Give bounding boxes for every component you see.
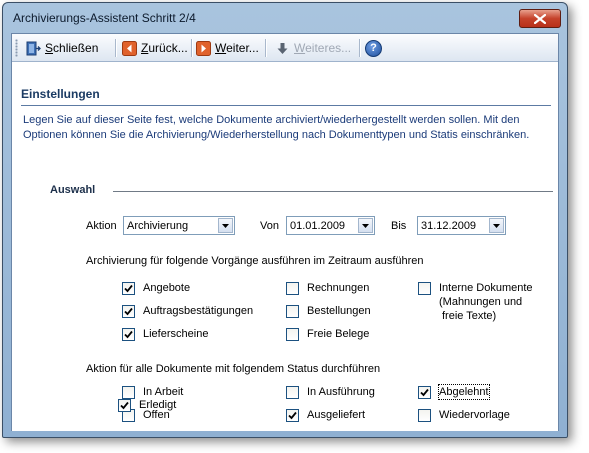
checkbox-label-line: Interne Dokumente bbox=[439, 282, 533, 294]
action-label: Aktion bbox=[86, 220, 117, 232]
checkbox-box[interactable] bbox=[286, 305, 299, 318]
checkbox-box[interactable] bbox=[122, 328, 135, 341]
title-bar[interactable]: Archivierungs-Assistent Schritt 2/4 bbox=[3, 3, 567, 33]
checkbox-box[interactable] bbox=[286, 386, 299, 399]
checkmark-icon bbox=[288, 411, 297, 420]
checkbox-freie-belege[interactable]: Freie Belege bbox=[286, 327, 369, 341]
checkmark-icon bbox=[124, 284, 133, 293]
checkbox-label: Wiedervorlage bbox=[439, 409, 510, 421]
checkbox-wiedervorlage[interactable]: Wiedervorlage bbox=[418, 408, 510, 422]
arrow-left-icon bbox=[122, 40, 137, 56]
next-button[interactable]: Weiter... bbox=[196, 38, 259, 58]
checkbox-label: Erledigt bbox=[139, 399, 177, 411]
help-button[interactable]: ? bbox=[365, 38, 382, 58]
chevron-down-icon[interactable] bbox=[489, 218, 504, 233]
checkbox-box[interactable] bbox=[286, 409, 299, 422]
checkbox-in-arbeit[interactable]: In Arbeit bbox=[122, 385, 183, 399]
exit-door-icon bbox=[26, 41, 41, 56]
checkbox-label: In Ausführung bbox=[307, 386, 375, 398]
checkbox-in-ausfuehrung[interactable]: In Ausführung bbox=[286, 385, 375, 399]
checkbox-rechnungen[interactable]: Rechnungen bbox=[286, 281, 369, 295]
checkbox-label: In Arbeit bbox=[143, 386, 184, 398]
checkbox-angebote[interactable]: Angebote bbox=[122, 281, 190, 295]
from-label: Von bbox=[260, 220, 279, 232]
group-divider bbox=[113, 191, 553, 192]
checkbox-label: Auftragsbestätigungen bbox=[143, 305, 254, 317]
chevron-down-icon[interactable] bbox=[358, 218, 373, 233]
from-date-value: 01.01.2009 bbox=[290, 219, 346, 232]
checkbox-box[interactable] bbox=[122, 305, 135, 318]
status-heading: Aktion für alle Dokumente mit folgendem … bbox=[86, 363, 381, 375]
arrow-right-icon bbox=[196, 40, 211, 56]
action-select[interactable]: Archivierung bbox=[123, 216, 235, 235]
checkbox-auftragsbestaetigungen[interactable]: Auftragsbestätigungen bbox=[122, 304, 253, 318]
action-select-value: Archivierung bbox=[127, 219, 189, 232]
toolbar-separator bbox=[265, 39, 266, 57]
to-date-picker[interactable]: 31.12.2009 bbox=[417, 216, 506, 235]
checkbox-bestellungen[interactable]: Bestellungen bbox=[286, 304, 371, 318]
checkbox-lieferscheine[interactable]: Lieferscheine bbox=[122, 327, 208, 341]
back-label: Zurück... bbox=[141, 41, 188, 55]
checkbox-label: Bestellungen bbox=[307, 305, 371, 317]
wizard-content: Einstellungen Legen Sie auf dieser Seite… bbox=[12, 63, 558, 431]
checkbox-label: Freie Belege bbox=[307, 328, 370, 340]
checkbox-label: Abgelehnt bbox=[438, 384, 490, 400]
checkbox-box[interactable] bbox=[418, 282, 431, 295]
checkbox-erledigt[interactable]: Erledigt bbox=[118, 398, 176, 412]
more-label: Weiteres... bbox=[294, 41, 352, 55]
more-button[interactable]: Weiteres... bbox=[275, 38, 351, 58]
next-label: Weiter... bbox=[215, 41, 259, 55]
to-date-value: 31.12.2009 bbox=[421, 219, 477, 232]
close-wizard-button[interactable]: Schließen bbox=[26, 38, 98, 58]
checkbox-box[interactable] bbox=[118, 399, 131, 412]
checkbox-box[interactable] bbox=[418, 409, 431, 422]
checkbox-label: Angebote bbox=[143, 282, 191, 294]
checkbox-box[interactable] bbox=[122, 282, 135, 295]
checkmark-icon bbox=[420, 388, 429, 397]
close-icon bbox=[534, 13, 546, 24]
chevron-down-icon[interactable] bbox=[218, 218, 233, 233]
checkbox-ausgeliefert[interactable]: Ausgeliefert bbox=[286, 408, 365, 422]
group-title-selection: Auswahl bbox=[50, 184, 96, 196]
toolbar-separator bbox=[359, 39, 360, 57]
window-close-button[interactable] bbox=[519, 9, 561, 28]
toolbar-separator bbox=[191, 39, 192, 57]
checkbox-box[interactable] bbox=[418, 386, 431, 399]
client-area: Schließen Zurück... Weiter... Weiteres..… bbox=[11, 33, 559, 431]
checkbox-label: Rechnungen bbox=[307, 282, 370, 294]
window-title: Archivierungs-Assistent Schritt 2/4 bbox=[13, 11, 196, 25]
checkmark-icon bbox=[120, 401, 129, 410]
checkmark-icon bbox=[124, 307, 133, 316]
checkbox-label-line: (Mahnungen und bbox=[439, 296, 523, 308]
checkmark-icon bbox=[124, 330, 133, 339]
checkbox-interne-dokumente[interactable]: Interne Dokumente (Mahnungen und freie T… bbox=[418, 281, 533, 323]
arrow-down-icon bbox=[275, 41, 290, 56]
toolbar-grip[interactable] bbox=[15, 39, 18, 57]
intro-text: Legen Sie auf dieser Seite fest, welche … bbox=[23, 114, 530, 141]
checkbox-label: Interne Dokumente (Mahnungen und freie T… bbox=[439, 281, 533, 323]
checkbox-box[interactable] bbox=[286, 328, 299, 341]
back-button[interactable]: Zurück... bbox=[122, 38, 188, 58]
transactions-heading: Archivierung für folgende Vorgänge ausfü… bbox=[86, 255, 424, 267]
toolbar-separator bbox=[115, 39, 116, 57]
section-divider bbox=[21, 105, 551, 106]
wizard-window: Archivierungs-Assistent Schritt 2/4 Schl… bbox=[2, 2, 568, 438]
from-date-picker[interactable]: 01.01.2009 bbox=[286, 216, 375, 235]
checkbox-label: Lieferscheine bbox=[143, 328, 209, 340]
help-icon: ? bbox=[365, 39, 382, 57]
help-label: ? bbox=[370, 42, 377, 54]
to-label: Bis bbox=[391, 220, 407, 232]
checkbox-box[interactable] bbox=[286, 282, 299, 295]
checkbox-label-line: freie Texte) bbox=[442, 310, 497, 322]
close-wizard-label: Schließen bbox=[45, 41, 99, 55]
checkbox-label: Ausgeliefert bbox=[307, 409, 366, 421]
section-title-settings: Einstellungen bbox=[21, 87, 100, 101]
checkbox-abgelehnt[interactable]: Abgelehnt bbox=[418, 384, 490, 400]
toolbar: Schließen Zurück... Weiter... Weiteres..… bbox=[12, 34, 558, 62]
